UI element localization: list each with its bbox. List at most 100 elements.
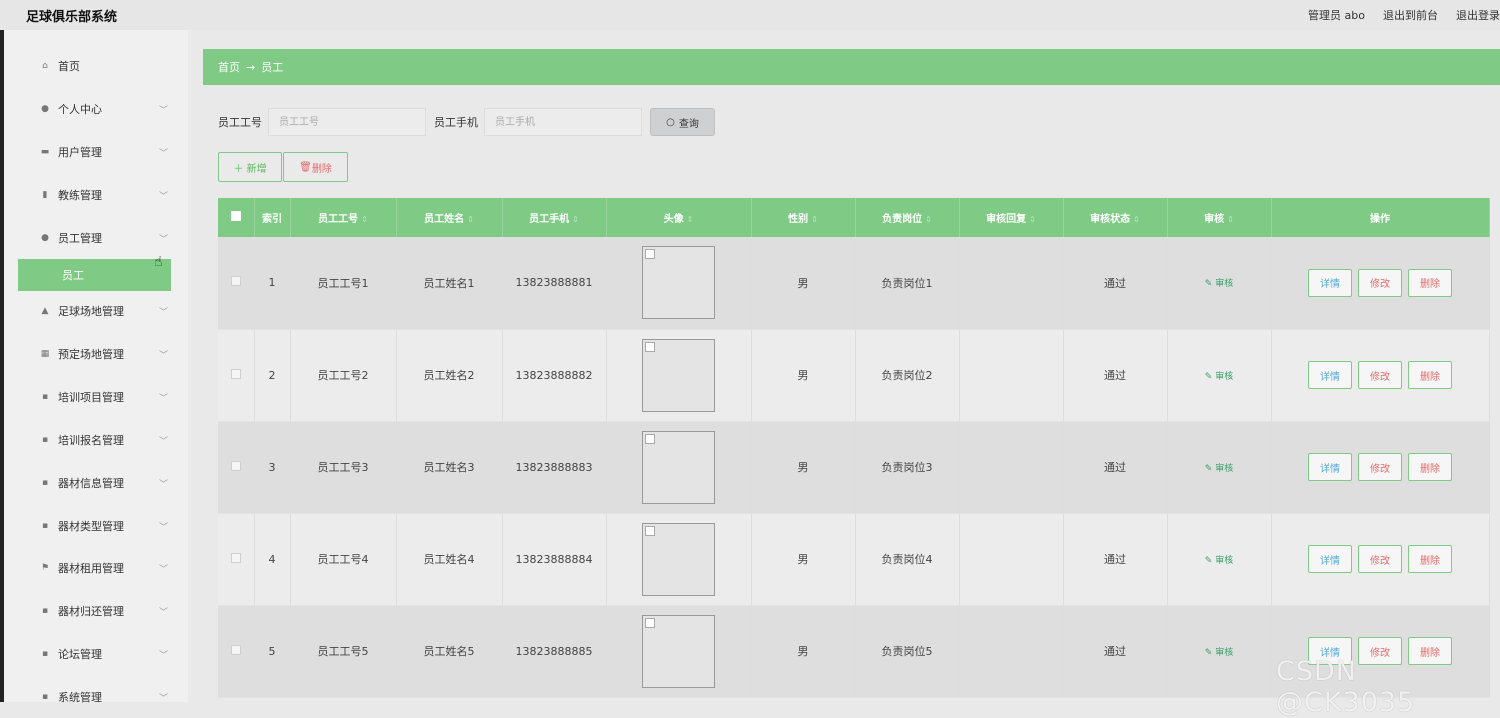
cell-gender: 男 bbox=[751, 329, 856, 422]
audit-link-label: 审核 bbox=[1215, 463, 1234, 474]
broken-image-icon bbox=[645, 617, 655, 628]
edit-pen-icon: ✎ bbox=[1204, 463, 1216, 474]
audit-link-label: 审核 bbox=[1215, 647, 1234, 658]
column-header-label: 审核回复 bbox=[986, 214, 1027, 225]
cell-status: 通过 bbox=[1063, 421, 1168, 514]
grid-icon: ▪ bbox=[41, 649, 49, 659]
staff-id-input[interactable] bbox=[268, 108, 426, 136]
column-header: 操作 bbox=[1271, 198, 1490, 237]
cell-post: 负责岗位1 bbox=[855, 237, 960, 330]
add-button[interactable]: ＋ 新增 bbox=[218, 152, 282, 182]
batch-delete-button[interactable]: 🗑 删除 bbox=[283, 152, 348, 182]
edit-button[interactable]: 修改 bbox=[1358, 268, 1402, 297]
table-row: 4 员工工号4 员工姓名4 13823888884 男负责岗位4 通过 ✎ 审核 详情 修改 删除 bbox=[218, 513, 1490, 606]
sidebar-item[interactable]: ▲ 足球场地管理 ﹀ bbox=[18, 296, 174, 326]
audit-link[interactable]: ✎ 审核 bbox=[1205, 464, 1233, 474]
broken-image-avatar bbox=[642, 246, 715, 320]
table-row: 2 员工工号2 员工姓名2 13823888882 男负责岗位2 通过 ✎ 审核 详情 修改 删除 bbox=[218, 329, 1490, 422]
sidebar-item[interactable]: ▪ 论坛管理 ﹀ bbox=[18, 639, 174, 669]
row-checkbox[interactable] bbox=[230, 552, 241, 563]
sort-icon[interactable]: ⇕ bbox=[572, 215, 579, 224]
top-links: 管理员 abo 退出到前台 退出登录 bbox=[1308, 7, 1500, 23]
sidebar-item[interactable]: ▪ 器材归还管理 ﹀ bbox=[18, 596, 174, 626]
query-button[interactable]: ○ 查询 bbox=[650, 108, 715, 136]
cell-post: 负责岗位4 bbox=[855, 513, 960, 606]
sidebar-item-label: 器材归还管理 bbox=[58, 605, 124, 618]
cell-gender: 男 bbox=[751, 421, 856, 514]
cell-phone: 13823888884 bbox=[502, 513, 607, 606]
sort-icon[interactable]: ⇕ bbox=[1227, 215, 1234, 224]
sort-icon[interactable]: ⇕ bbox=[467, 215, 474, 224]
column-header: 员工姓名 ⇕ bbox=[396, 198, 503, 237]
sort-icon[interactable]: ⇕ bbox=[811, 215, 818, 224]
audit-link[interactable]: ✎ 审核 bbox=[1205, 372, 1233, 382]
sort-icon[interactable]: ⇕ bbox=[1133, 215, 1140, 224]
delete-button[interactable]: 删除 bbox=[1408, 545, 1452, 573]
row-checkbox[interactable] bbox=[230, 460, 241, 471]
delete-button[interactable]: 删除 bbox=[1408, 361, 1452, 389]
column-header-label: 索引 bbox=[262, 214, 282, 225]
row-actions: 详情 修改 删除 bbox=[1272, 268, 1489, 297]
column-header-label: 员工手机 bbox=[529, 214, 570, 225]
row-checkbox[interactable] bbox=[230, 644, 241, 655]
row-checkbox[interactable] bbox=[230, 276, 241, 287]
chevron-down-icon: ﹀ bbox=[158, 522, 168, 533]
column-header-label: 员工工号 bbox=[318, 214, 359, 225]
chevron-down-icon: ﹀ bbox=[158, 307, 168, 318]
cell-staff-id: 员工工号5 bbox=[290, 605, 397, 698]
cell-audit: ✎ 审核 bbox=[1167, 605, 1272, 698]
sort-icon[interactable]: ⇕ bbox=[687, 215, 694, 224]
staff-phone-input[interactable] bbox=[484, 108, 642, 136]
grid-icon: ▦ bbox=[40, 349, 50, 359]
trash-icon: 🗑 bbox=[299, 161, 312, 173]
sidebar-item[interactable]: ▪ 系统管理 ﹀ bbox=[18, 682, 174, 712]
column-header: 员工手机 ⇕ bbox=[502, 198, 607, 237]
delete-button[interactable]: 删除 bbox=[1408, 268, 1452, 297]
broken-image-avatar bbox=[642, 614, 715, 688]
sidebar-item[interactable]: ● 员工管理 ﹀ bbox=[18, 223, 174, 253]
cell-name: 员工姓名4 bbox=[396, 513, 503, 606]
logout-link[interactable]: 退出登录 bbox=[1456, 7, 1500, 23]
sidebar-item[interactable]: ⌂ 首页 bbox=[18, 51, 174, 81]
sidebar-item[interactable]: ▬ 用户管理 ﹀ bbox=[18, 137, 174, 167]
query-button-label: 查询 bbox=[678, 118, 699, 130]
edit-button[interactable]: 修改 bbox=[1358, 545, 1402, 573]
column-header[interactable] bbox=[218, 198, 255, 237]
sort-icon[interactable]: ⇕ bbox=[925, 215, 932, 224]
app-title: 足球俱乐部系统 bbox=[26, 9, 118, 25]
audit-link[interactable]: ✎ 审核 bbox=[1205, 279, 1233, 289]
row-checkbox-cell bbox=[218, 513, 255, 606]
exit-to-front-link[interactable]: 退出到前台 bbox=[1383, 7, 1438, 23]
sidebar-item[interactable]: ● 个人中心 ﹀ bbox=[18, 94, 174, 124]
sidebar-item[interactable]: ▪ 器材类型管理 ﹀ bbox=[18, 511, 174, 541]
audit-link[interactable]: ✎ 审核 bbox=[1205, 648, 1233, 658]
edit-button[interactable]: 修改 bbox=[1358, 361, 1402, 389]
detail-button[interactable]: 详情 bbox=[1308, 453, 1352, 481]
audit-link[interactable]: ✎ 审核 bbox=[1205, 556, 1233, 566]
delete-button[interactable]: 删除 bbox=[1408, 453, 1452, 481]
sidebar-subitem-staff[interactable]: 员工 bbox=[18, 259, 171, 291]
detail-button[interactable]: 详情 bbox=[1308, 545, 1352, 573]
sidebar-item[interactable]: ▪ 培训项目管理 ﹀ bbox=[18, 382, 174, 412]
row-checkbox[interactable] bbox=[230, 368, 241, 379]
cell-index: 1 bbox=[254, 237, 291, 330]
grid-icon: ▪ bbox=[41, 435, 49, 445]
sidebar-item[interactable]: ▪ 器材信息管理 ﹀ bbox=[18, 468, 174, 498]
select-all-checkbox[interactable] bbox=[230, 211, 241, 221]
breadcrumb-home[interactable]: 首页 bbox=[218, 59, 240, 75]
detail-button[interactable]: 详情 bbox=[1308, 361, 1352, 389]
edit-button[interactable]: 修改 bbox=[1358, 453, 1402, 481]
sidebar-item[interactable]: ▮ 教练管理 ﹀ bbox=[18, 180, 174, 210]
chevron-down-icon: ﹀ bbox=[158, 650, 168, 661]
sidebar-item[interactable]: ⚑ 器材租用管理 ﹀ bbox=[18, 553, 174, 583]
cell-operations: 详情 修改 删除 bbox=[1271, 513, 1490, 606]
cell-gender: 男 bbox=[751, 605, 856, 698]
sidebar-item[interactable]: ▦ 预定场地管理 ﹀ bbox=[18, 339, 174, 369]
cell-avatar bbox=[606, 237, 752, 330]
sidebar-item[interactable]: ▪ 培训报名管理 ﹀ bbox=[18, 425, 174, 455]
broken-image-avatar bbox=[642, 522, 715, 596]
sort-icon[interactable]: ⇕ bbox=[361, 215, 368, 224]
cell-reply bbox=[959, 605, 1064, 698]
sort-icon[interactable]: ⇕ bbox=[1029, 215, 1036, 224]
detail-button[interactable]: 详情 bbox=[1308, 268, 1352, 297]
